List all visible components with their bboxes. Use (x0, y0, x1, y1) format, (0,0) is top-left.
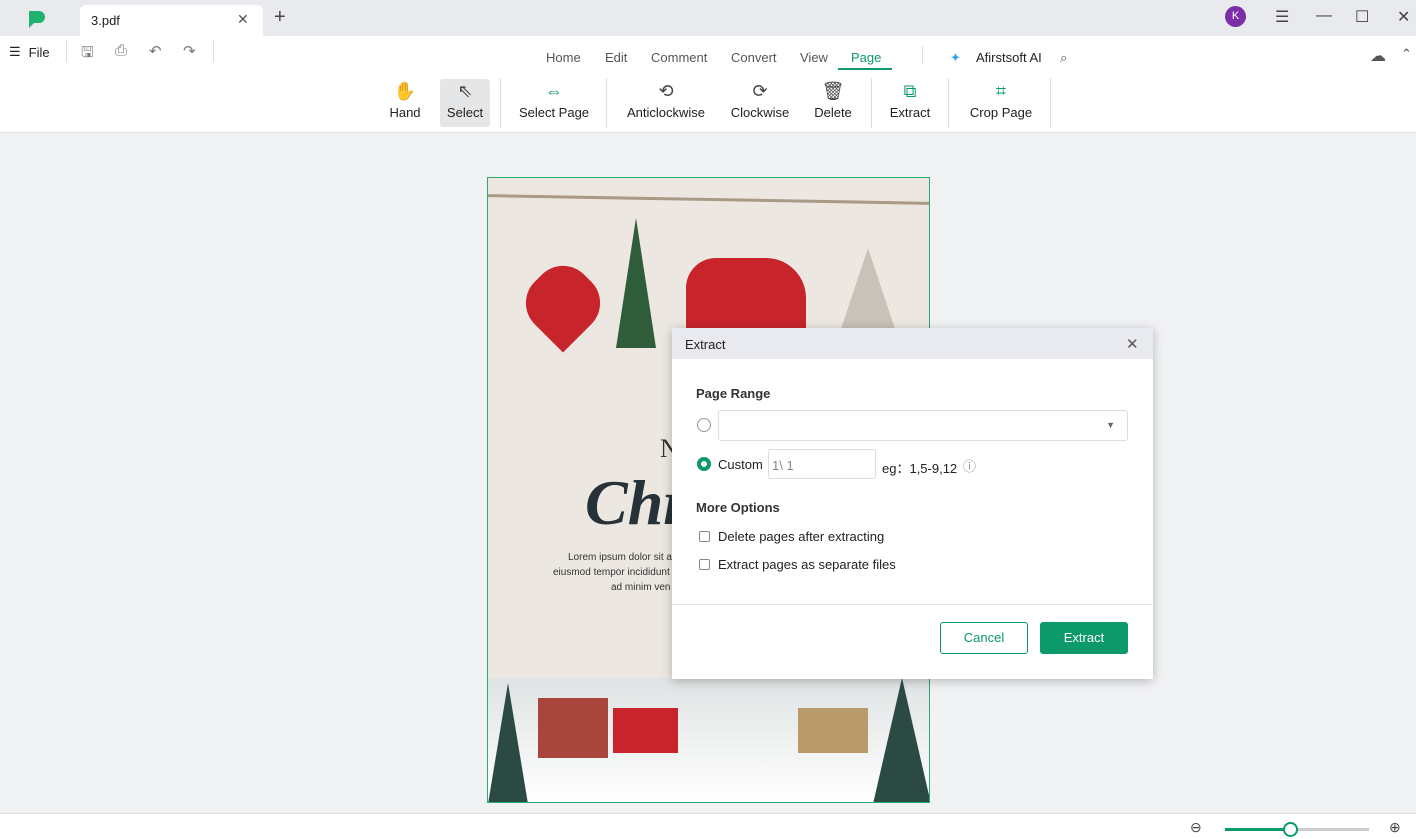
range-preset-radio[interactable] (697, 418, 711, 432)
tree-ornament (838, 248, 898, 338)
hand-icon: ✋ (393, 81, 417, 101)
menu-icon[interactable]: ☰ (1275, 7, 1289, 27)
chevron-down-icon: ▼ (1106, 420, 1115, 430)
tab-title: 3.pdf (91, 13, 120, 28)
pine-branch (616, 218, 656, 348)
save-icon[interactable]: 🖫 (81, 42, 94, 67)
close-window-button[interactable]: ✕ (1397, 7, 1410, 27)
select-tool[interactable]: ⇖ Select (440, 79, 490, 127)
tab-page[interactable]: Page (851, 50, 881, 65)
tool-label: Delete (814, 105, 852, 120)
collapse-icon[interactable]: ⌃ (1401, 46, 1412, 62)
cloud-upload-icon[interactable]: ☁ (1370, 46, 1386, 66)
house (613, 708, 678, 753)
pdf-text: ad minim ven (611, 582, 671, 593)
page-range-select[interactable]: ▼ (718, 410, 1128, 441)
house (798, 708, 868, 753)
select-page-tool[interactable]: ⇔ Select Page (514, 79, 594, 127)
decor-rope (488, 194, 929, 205)
heart-ornament (513, 253, 613, 353)
dialog-title: Extract (685, 337, 726, 352)
rotate-right-icon: ⟳ (752, 81, 768, 101)
delete-after-label: Delete pages after extracting (718, 529, 885, 544)
pdf-text: Lorem ipsum dolor sit a (568, 552, 672, 563)
extract-button[interactable]: Extract (1040, 622, 1128, 654)
tool-label: Anticlockwise (626, 105, 706, 120)
cancel-button[interactable]: Cancel (940, 622, 1028, 654)
select-page-icon: ⇔ (545, 81, 563, 101)
custom-range-input[interactable]: 1\ 1 (768, 449, 876, 479)
example-hint: eg：1,5-9,12 (882, 461, 958, 476)
tool-label: Hand (389, 105, 421, 120)
extract-dialog: Extract ✕ Page Range ▼ Custom 1\ 1 eg：1,… (672, 328, 1153, 679)
red-ornament (686, 258, 806, 328)
rotate-left-icon: ⟲ (658, 81, 674, 101)
sparkle-icon: ✦ (950, 50, 961, 65)
print-icon[interactable]: ⎙ (115, 42, 127, 59)
extract-tool[interactable]: ⧉ Extract (886, 79, 934, 127)
custom-radio[interactable] (697, 457, 711, 471)
separate-files-checkbox[interactable] (699, 559, 710, 570)
file-menu[interactable]: ☰ File (9, 44, 50, 60)
redo-icon[interactable]: ↷ (183, 42, 196, 60)
status-bar: ⊖ ⊕ (0, 813, 1416, 839)
info-icon[interactable]: ⓘ (963, 456, 976, 475)
custom-label: Custom (718, 457, 763, 472)
more-options-label: More Options (696, 500, 780, 515)
hand-tool[interactable]: ✋ Hand (384, 79, 426, 127)
toolbar: ☰ File 🖫 ⎙ ↶ ↷ Home Edit Comment Convert … (0, 36, 1416, 133)
zoom-slider[interactable] (1225, 822, 1369, 837)
crop-icon: ⌗ (995, 81, 1007, 101)
clockwise-tool[interactable]: ⟳ Clockwise (726, 79, 794, 127)
tab-edit[interactable]: Edit (605, 50, 627, 65)
maximize-button[interactable]: ☐ (1355, 7, 1369, 27)
tab-view[interactable]: View (800, 50, 828, 65)
divider (672, 604, 1153, 605)
zoom-out-icon[interactable]: ⊖ (1190, 819, 1202, 836)
anticlockwise-tool[interactable]: ⟲ Anticlockwise (622, 79, 710, 127)
crop-page-tool[interactable]: ⌗ Crop Page (964, 79, 1038, 127)
tool-label: Clockwise (730, 105, 790, 120)
avatar[interactable]: K (1225, 6, 1246, 27)
separate-files-label: Extract pages as separate files (718, 557, 896, 572)
file-label: File (28, 44, 50, 60)
document-tab[interactable]: 3.pdf ✕ (80, 5, 263, 36)
tool-label: Crop Page (969, 105, 1033, 120)
house (538, 698, 608, 758)
tool-label: Select Page (518, 105, 590, 120)
page-range-label: Page Range (696, 386, 771, 401)
slider-handle[interactable] (1282, 822, 1298, 837)
hamburger-icon: ☰ (9, 44, 21, 59)
tab-comment[interactable]: Comment (651, 50, 707, 65)
extract-icon: ⧉ (903, 81, 917, 101)
tool-label: Extract (889, 105, 931, 120)
close-tab-icon[interactable]: ✕ (237, 11, 249, 28)
dialog-header: Extract ✕ (672, 328, 1153, 359)
undo-icon[interactable]: ↶ (149, 42, 162, 60)
ai-button[interactable]: Afirstsoft AI (976, 50, 1042, 65)
zoom-in-icon[interactable]: ⊕ (1389, 819, 1401, 836)
new-tab-button[interactable]: + (274, 6, 286, 29)
tab-home[interactable]: Home (546, 50, 581, 65)
app-logo (29, 11, 45, 28)
delete-tool[interactable]: 🗑 Delete (810, 79, 856, 127)
active-tab-indicator (838, 68, 892, 70)
cursor-icon: ⇖ (457, 81, 473, 101)
pdf-text: eiusmod tempor incididunt (553, 567, 670, 578)
delete-after-checkbox[interactable] (699, 531, 710, 542)
tab-convert[interactable]: Convert (731, 50, 777, 65)
search-icon[interactable]: ⌕ (1060, 50, 1067, 66)
tool-label: Select (446, 105, 484, 120)
close-icon[interactable]: ✕ (1126, 335, 1139, 353)
title-bar: 3.pdf ✕ + K ☰ — ☐ ✕ (0, 0, 1416, 36)
trash-icon: 🗑 (821, 81, 845, 101)
minimize-button[interactable]: — (1316, 7, 1332, 25)
